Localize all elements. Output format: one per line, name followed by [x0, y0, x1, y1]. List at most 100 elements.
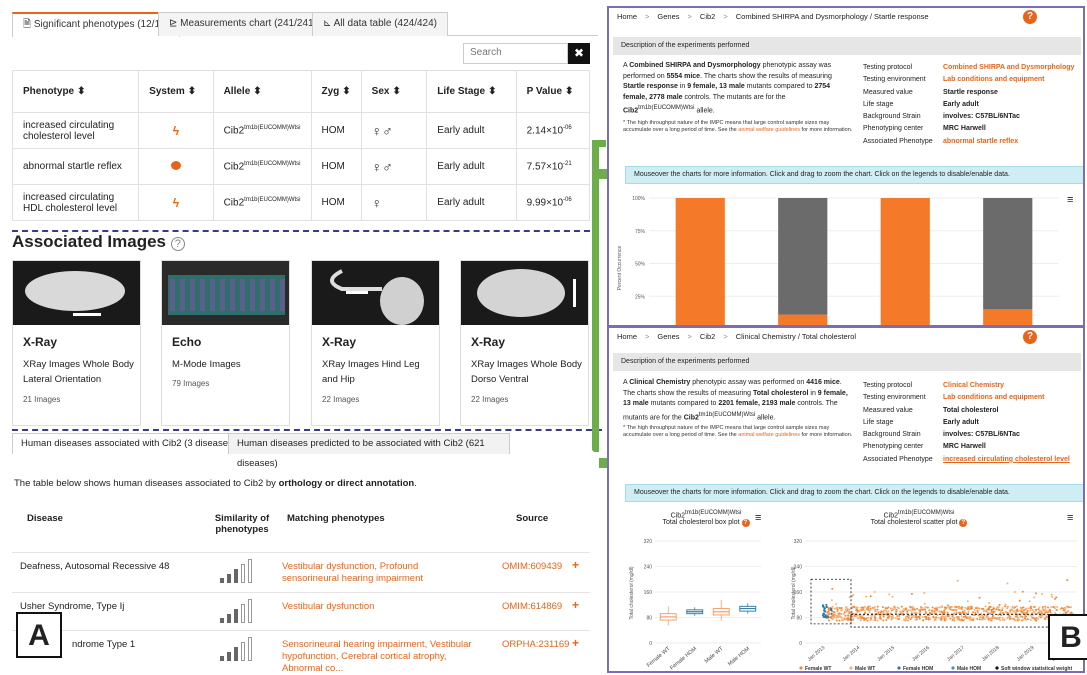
- scatter-point-hom[interactable]: [822, 613, 826, 616]
- matching-phenotypes[interactable]: Vestibular dysfunction, Profound sensori…: [282, 561, 472, 585]
- startle-stacked-bar-chart[interactable]: Percent Occurrence 100% 75% 50% 25%: [609, 188, 1085, 327]
- sort-icon[interactable]: ⬍: [342, 86, 350, 97]
- legend-item[interactable]: Male HOM: [957, 666, 981, 672]
- detail-value[interactable]: Clinical Chemistry: [943, 382, 1004, 389]
- bar-segment[interactable]: [983, 198, 1033, 310]
- disease-name[interactable]: Usher Syndrome, Type Ij: [20, 601, 124, 612]
- bar-segment[interactable]: [983, 309, 1033, 327]
- expand-plus-icon[interactable]: +: [572, 598, 579, 612]
- detail-row: Testing environment Lab conditions and eq…: [863, 74, 1074, 86]
- breadcrumb-item[interactable]: Home: [617, 332, 637, 341]
- sort-icon[interactable]: ⬍: [565, 86, 573, 97]
- column-header[interactable]: P Value ⬍: [515, 70, 591, 113]
- similarity-bar: [248, 599, 252, 623]
- tab-all-data-table[interactable]: ⊾ All data table (424/424): [312, 12, 449, 36]
- table-row[interactable]: increased circulating HDL cholesterol le…: [11, 184, 591, 221]
- image-card[interactable]: Echo M-Mode Images 79 Images: [161, 260, 290, 426]
- expand-plus-icon[interactable]: +: [572, 558, 579, 572]
- chart-menu-icon[interactable]: ≡: [755, 512, 761, 524]
- disease-name[interactable]: ndrome Type 1: [72, 639, 135, 650]
- sort-icon[interactable]: ⬍: [488, 86, 496, 97]
- image-card[interactable]: X-Ray XRay Images Whole Body Lateral Orie…: [12, 260, 141, 426]
- help-icon[interactable]: ?: [959, 519, 968, 528]
- source-link[interactable]: OMIM:609439: [502, 561, 562, 572]
- table-row[interactable]: increased circulating cholesterol level ϟ…: [11, 112, 591, 149]
- source-link[interactable]: ORPHA:231169: [502, 639, 569, 650]
- welfare-guidelines-link[interactable]: animal welfare guidelines: [738, 432, 800, 438]
- thumbnail-image[interactable]: [461, 261, 588, 325]
- help-icon[interactable]: ?: [1023, 330, 1037, 344]
- summary-text: controls. The mutants are for the: [682, 93, 786, 101]
- bar-segment[interactable]: [778, 198, 828, 315]
- detail-value[interactable]: Lab conditions and equipment: [943, 394, 1045, 401]
- matching-header: Matching phenotypes: [287, 513, 385, 524]
- detail-value[interactable]: abnormal startle reflex: [943, 138, 1018, 145]
- breadcrumb-item[interactable]: Genes: [657, 12, 679, 21]
- disease-name[interactable]: Deafness, Autosomal Recessive 48: [20, 561, 169, 572]
- scatter-point-hom[interactable]: [825, 605, 828, 609]
- help-icon[interactable]: ?: [741, 519, 750, 528]
- detail-value[interactable]: increased circulating cholesterol level: [943, 456, 1070, 463]
- scatter-point-hom[interactable]: [830, 607, 833, 610]
- column-header[interactable]: System ⬍: [138, 70, 214, 113]
- search-input[interactable]: Search: [463, 43, 568, 64]
- bolt-icon: ϟ: [172, 195, 180, 210]
- legend-item[interactable]: Female WT: [805, 666, 831, 672]
- cholesterol-charts[interactable]: Total cholesterol (mg/dl)320240160800Fem…: [609, 533, 1085, 673]
- scatter-point: [891, 615, 894, 618]
- scatter-point-hom[interactable]: [823, 607, 826, 610]
- tab-predicted-diseases[interactable]: Human diseases predicted to be associate…: [228, 433, 510, 469]
- expand-plus-icon[interactable]: +: [572, 636, 579, 650]
- disease-row[interactable]: ndrome Type 1 Sensorineural hearing impai…: [12, 630, 590, 675]
- source-link[interactable]: OMIM:614869: [502, 601, 562, 612]
- column-header[interactable]: Phenotype ⬍: [11, 70, 140, 113]
- bar-segment[interactable]: [675, 198, 725, 327]
- legend-item[interactable]: Male WT: [855, 666, 875, 672]
- scatter-point-hom[interactable]: [821, 605, 825, 608]
- chart-menu-icon[interactable]: ≡: [1067, 194, 1073, 206]
- scatter-point-hom[interactable]: [822, 609, 826, 612]
- disease-row[interactable]: Deafness, Autosomal Recessive 48 Vestibul…: [12, 552, 590, 592]
- scatter-point-hom[interactable]: [825, 603, 828, 607]
- sort-icon[interactable]: ⬍: [77, 86, 85, 97]
- detail-value[interactable]: Combined SHIRPA and Dysmorphology: [943, 64, 1074, 71]
- tab-significant-phenotypes[interactable]: 🗎 Significant phenotypes (12/12): [12, 12, 180, 37]
- help-icon[interactable]: ?: [170, 237, 185, 251]
- table-row[interactable]: abnormal startle reflex Cib2tm1b(EUCOMM)W…: [11, 148, 591, 185]
- breadcrumb-item[interactable]: Cib2: [700, 332, 715, 341]
- y-tick-label: 320: [794, 539, 803, 545]
- thumbnail-image[interactable]: [312, 261, 439, 325]
- help-icon[interactable]: ?: [1023, 10, 1037, 24]
- matching-phenotypes[interactable]: Vestibular dysfunction: [282, 601, 472, 613]
- clear-search-button[interactable]: ✖: [568, 43, 590, 64]
- image-card[interactable]: X-Ray XRay Images Whole Body Dorso Ventra…: [460, 260, 589, 426]
- breadcrumb-item[interactable]: Clinical Chemistry / Total cholesterol: [736, 332, 856, 341]
- detail-value[interactable]: Lab conditions and equipment: [943, 76, 1045, 83]
- tab-associated-diseases[interactable]: Human diseases associated with Cib2 (3 d…: [12, 433, 245, 454]
- column-header[interactable]: Zyg ⬍: [310, 70, 362, 113]
- sort-icon[interactable]: ⬍: [188, 86, 196, 97]
- legend-item[interactable]: Soft window statistical weight: [1001, 666, 1072, 672]
- tab-measurements-chart[interactable]: ⊵ Measurements chart (241/241): [158, 12, 328, 36]
- column-header[interactable]: Sex ⬍: [360, 70, 428, 113]
- thumbnail-image[interactable]: [162, 261, 289, 325]
- thumbnail-image[interactable]: [13, 261, 140, 325]
- welfare-guidelines-link[interactable]: animal welfare guidelines: [738, 127, 800, 133]
- legend-item[interactable]: Female HOM: [903, 666, 933, 672]
- bar-segment[interactable]: [880, 198, 930, 327]
- breadcrumb-item[interactable]: Combined SHIRPA and Dysmorphology / Star…: [736, 12, 929, 21]
- sort-icon[interactable]: ⬍: [392, 86, 400, 97]
- column-header[interactable]: Life Stage ⬍: [426, 70, 517, 113]
- sort-icon[interactable]: ⬍: [253, 86, 261, 97]
- breadcrumb-item[interactable]: Cib2: [700, 12, 715, 21]
- p-value: 2.14×10: [526, 125, 564, 137]
- column-header[interactable]: Allele ⬍: [212, 70, 312, 113]
- scatter-point-hom[interactable]: [827, 616, 830, 619]
- chart-menu-icon[interactable]: ≡: [1067, 512, 1073, 524]
- scatter-point-hom[interactable]: [830, 612, 833, 615]
- breadcrumb-item[interactable]: Genes: [657, 332, 679, 341]
- breadcrumb-item[interactable]: Home: [617, 12, 637, 21]
- disease-row[interactable]: Usher Syndrome, Type Ij Vestibular dysfun…: [12, 592, 590, 630]
- matching-phenotypes[interactable]: Sensorineural hearing impairment, Vestib…: [282, 639, 472, 675]
- image-card[interactable]: X-Ray XRay Images Hind Leg and Hip 22 Imag…: [311, 260, 440, 426]
